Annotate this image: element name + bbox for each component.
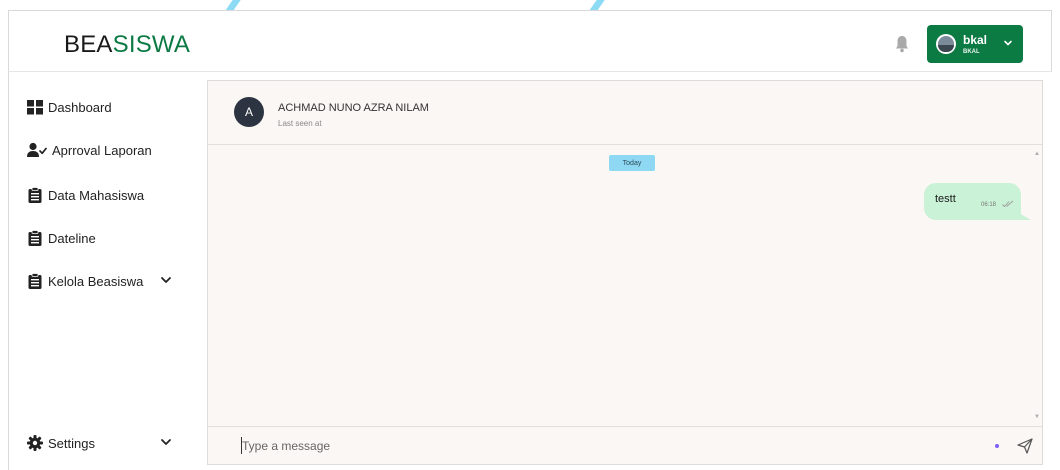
sidebar-item-dateline[interactable]: Dateline — [27, 227, 96, 249]
user-menu-button[interactable]: bkal BKAL — [927, 25, 1023, 63]
clipboard-list-icon — [27, 273, 43, 289]
message-bubble-outgoing[interactable]: testt 06:18 — [924, 183, 1021, 220]
message-composer — [208, 426, 1042, 464]
brand-text-part2: SISWA — [112, 31, 191, 58]
message-time: 06:18 — [981, 202, 997, 208]
clipboard-list-icon — [27, 230, 43, 246]
user-role: BKAL — [963, 49, 980, 55]
sidebar-item-kelola-beasiswa[interactable]: Kelola Beasiswa — [27, 270, 187, 292]
double-check-icon — [1002, 200, 1014, 208]
chat-header: A ACHMAD NUNO AZRA NILAM Last seen at — [208, 81, 1042, 145]
last-seen-status: Last seen at — [278, 119, 322, 128]
sidebar: Dashboard Aprroval Laporan Data Mahasisw… — [8, 72, 204, 470]
sidebar-item-label: Dateline — [48, 230, 96, 246]
sidebar-item-label: Dashboard — [48, 99, 112, 115]
message-input[interactable] — [242, 437, 942, 455]
sidebar-item-settings[interactable]: Settings — [27, 432, 187, 454]
chevron-down-icon[interactable] — [159, 273, 173, 287]
contact-name: ACHMAD NUNO AZRA NILAM — [278, 102, 429, 114]
gear-icon — [27, 435, 43, 451]
message-list[interactable]: Today testt 06:18 ▲ ▼ — [208, 146, 1042, 425]
user-check-icon — [27, 142, 47, 158]
emoji-picker-icon[interactable] — [995, 444, 999, 448]
sidebar-item-data-mahasiswa[interactable]: Data Mahasiswa — [27, 184, 144, 206]
send-icon[interactable] — [1016, 437, 1034, 455]
scrollbar-down-arrow-icon[interactable]: ▼ — [1034, 414, 1040, 420]
brand-text-part1: BEA — [64, 31, 113, 58]
avatar-initial: A — [244, 105, 253, 119]
avatar[interactable]: A — [234, 97, 264, 127]
date-divider-label: Today — [622, 159, 642, 167]
avatar — [936, 34, 956, 54]
chat-panel: A ACHMAD NUNO AZRA NILAM Last seen at To… — [207, 80, 1043, 465]
notification-bell-icon[interactable] — [894, 35, 910, 53]
chevron-down-icon — [1004, 40, 1012, 46]
message-text: testt — [935, 193, 956, 205]
sidebar-item-label: Settings — [48, 435, 95, 451]
date-divider: Today — [609, 155, 655, 171]
top-header: BEASISWA bkal BKAL — [8, 10, 1052, 72]
brand-logo[interactable]: BEASISWA — [64, 31, 190, 59]
clipboard-list-icon — [27, 187, 43, 203]
scrollbar-up-arrow-icon[interactable]: ▲ — [1034, 151, 1040, 157]
chevron-down-icon[interactable] — [159, 435, 173, 449]
sidebar-item-label: Data Mahasiswa — [48, 187, 145, 203]
dashboard-grid-icon — [27, 99, 43, 115]
sidebar-item-label: Kelola Beasiswa — [48, 273, 144, 289]
sidebar-item-approval-laporan[interactable]: Aprroval Laporan — [27, 139, 152, 161]
sidebar-item-dashboard[interactable]: Dashboard — [27, 96, 112, 118]
user-name: bkal — [963, 33, 988, 47]
sidebar-item-label: Aprroval Laporan — [52, 142, 152, 158]
